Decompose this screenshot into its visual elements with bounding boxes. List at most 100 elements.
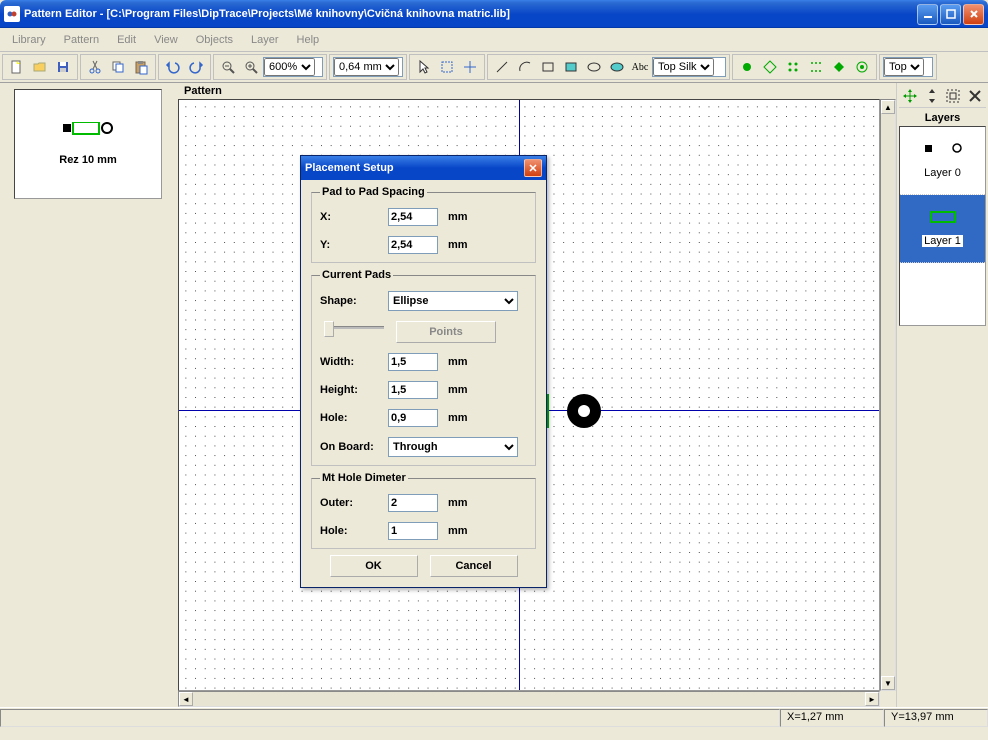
hole2-label: Hole:: [320, 525, 388, 537]
y-input[interactable]: [388, 236, 438, 254]
width-label: Width:: [320, 356, 388, 368]
shape-label: Shape:: [320, 295, 388, 307]
status-x: X=1,27 mm: [780, 709, 884, 727]
slider[interactable]: [324, 321, 384, 333]
updown-icon[interactable]: [923, 87, 941, 105]
position-select[interactable]: Top: [883, 57, 933, 77]
vertical-scrollbar[interactable]: ▲▼: [880, 99, 896, 691]
hole2-input[interactable]: [388, 522, 438, 540]
menu-objects[interactable]: Objects: [188, 31, 241, 49]
dialog-title-bar[interactable]: Placement Setup ✕: [301, 156, 546, 180]
menu-edit[interactable]: Edit: [109, 31, 144, 49]
grid-input[interactable]: 0,64 mm: [333, 57, 403, 77]
circle-stack-icon[interactable]: [851, 56, 873, 78]
layer-row[interactable]: Layer 0: [900, 127, 985, 195]
unit: mm: [448, 211, 468, 223]
title-bar: Pattern Editor - [C:\Program Files\DipTr…: [0, 0, 988, 28]
origin-icon[interactable]: [459, 56, 481, 78]
menu-bar: Library Pattern Edit View Objects Layer …: [0, 28, 988, 52]
paste-icon[interactable]: [130, 56, 152, 78]
maximize-button[interactable]: [940, 4, 961, 25]
pad-icon[interactable]: [736, 56, 758, 78]
placement-setup-dialog: Placement Setup ✕ Pad to Pad Spacing X: …: [300, 155, 547, 588]
menu-view[interactable]: View: [146, 31, 186, 49]
canvas-title: Pattern: [178, 83, 896, 99]
grid2-icon[interactable]: [805, 56, 827, 78]
redo-icon[interactable]: [185, 56, 207, 78]
ok-button[interactable]: OK: [330, 555, 418, 577]
shape-select[interactable]: Ellipse: [388, 291, 518, 311]
menu-library[interactable]: Library: [4, 31, 54, 49]
save-icon[interactable]: [52, 56, 74, 78]
layers-list: Layer 0 Layer 1: [899, 126, 986, 326]
move-icon[interactable]: [901, 87, 919, 105]
unit: mm: [448, 412, 468, 424]
right-panel: Layers Layer 0 Layer 1: [896, 83, 988, 707]
points-button: Points: [396, 321, 496, 343]
layer-name: Layer 0: [924, 167, 961, 179]
layer-select[interactable]: Top Silk: [652, 57, 726, 77]
unit: mm: [448, 239, 468, 251]
hole-label: Hole:: [320, 412, 388, 424]
status-main: [0, 709, 780, 727]
cursor-icon[interactable]: [413, 56, 435, 78]
onboard-label: On Board:: [320, 441, 388, 453]
fillellipse-icon[interactable]: [606, 56, 628, 78]
outer-input[interactable]: [388, 494, 438, 512]
x-input[interactable]: [388, 208, 438, 226]
copy-icon[interactable]: [107, 56, 129, 78]
dialog-title: Placement Setup: [305, 162, 524, 174]
horizontal-scrollbar[interactable]: ◄►: [178, 691, 880, 707]
menu-layer[interactable]: Layer: [243, 31, 287, 49]
library-thumb: [63, 122, 113, 136]
library-panel: Rez 10 mm: [0, 83, 178, 707]
menu-help[interactable]: Help: [289, 31, 328, 49]
window-title: Pattern Editor - [C:\Program Files\DipTr…: [24, 8, 917, 20]
outer-label: Outer:: [320, 497, 388, 509]
layers-title: Layers: [899, 110, 986, 126]
select-icon[interactable]: [436, 56, 458, 78]
grid1-icon[interactable]: [782, 56, 804, 78]
dialog-close-button[interactable]: ✕: [524, 159, 542, 177]
hole-input[interactable]: [388, 409, 438, 427]
unit: mm: [448, 356, 468, 368]
width-input[interactable]: [388, 353, 438, 371]
text-icon[interactable]: Abc: [629, 56, 651, 78]
cancel-button[interactable]: Cancel: [430, 555, 518, 577]
rect-icon[interactable]: [537, 56, 559, 78]
unit: mm: [448, 525, 468, 537]
height-label: Height:: [320, 384, 388, 396]
x-icon[interactable]: [966, 87, 984, 105]
open-icon[interactable]: [29, 56, 51, 78]
group-pad-spacing: Pad to Pad Spacing: [320, 186, 427, 198]
zoom-input[interactable]: 600%: [263, 57, 323, 77]
layer-row[interactable]: Layer 1: [900, 195, 985, 263]
library-item-label: Rez 10 mm: [59, 154, 116, 166]
arc-icon[interactable]: [514, 56, 536, 78]
height-input[interactable]: [388, 381, 438, 399]
new-icon[interactable]: [6, 56, 28, 78]
library-item[interactable]: Rez 10 mm: [14, 89, 162, 199]
onboard-select[interactable]: Through: [388, 437, 518, 457]
y-label: Y:: [320, 239, 388, 251]
diamond-icon[interactable]: [828, 56, 850, 78]
pad-ring-icon: [567, 394, 601, 428]
line-icon[interactable]: [491, 56, 513, 78]
group-mt-hole: Mt Hole Dimeter: [320, 472, 408, 484]
layer-thumb: [923, 143, 963, 155]
cut-icon[interactable]: [84, 56, 106, 78]
app-icon: [4, 6, 20, 22]
layer-thumb: [923, 211, 963, 223]
minimize-button[interactable]: [917, 4, 938, 25]
zoom-out-icon[interactable]: [217, 56, 239, 78]
layer-name: Layer 1: [922, 235, 963, 247]
fillrect-icon[interactable]: [560, 56, 582, 78]
group-icon[interactable]: [944, 87, 962, 105]
hole-icon[interactable]: [759, 56, 781, 78]
group-current-pads: Current Pads: [320, 269, 393, 281]
close-button[interactable]: [963, 4, 984, 25]
ellipse-icon[interactable]: [583, 56, 605, 78]
menu-pattern[interactable]: Pattern: [56, 31, 107, 49]
undo-icon[interactable]: [162, 56, 184, 78]
zoom-in-icon[interactable]: [240, 56, 262, 78]
